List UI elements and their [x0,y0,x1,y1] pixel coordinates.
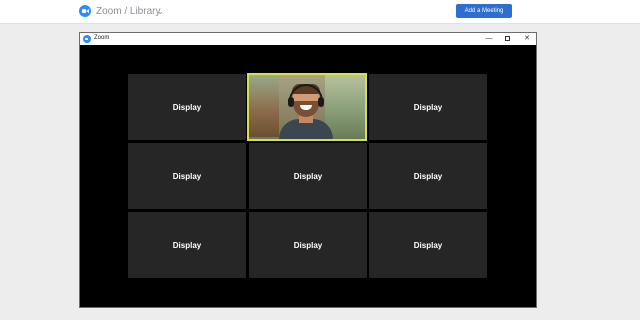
video-tile-active-speaker[interactable] [247,73,367,141]
video-tile[interactable]: Display [128,74,246,140]
window-title: Zoom [94,35,110,41]
participant-video [249,75,365,139]
video-tile[interactable]: Display [128,143,246,209]
video-tile[interactable]: Display [369,212,487,278]
close-button[interactable]: ✕ [520,33,534,45]
chevron-down-icon[interactable]: ⌄ [157,7,164,16]
top-bar: Zoom / Library ⌄ Add a Meeting [0,0,640,24]
video-tile[interactable]: Display [369,74,487,140]
window-titlebar[interactable]: Zoom — ✕ [80,33,536,45]
zoom-camera-icon[interactable] [79,5,91,17]
maximize-button[interactable] [500,33,514,45]
video-tile[interactable]: Display [128,212,246,278]
zoom-window: Zoom — ✕ Display Display Display Display… [79,32,537,308]
minimize-button[interactable]: — [482,33,496,45]
breadcrumb[interactable]: Zoom / Library [96,6,160,17]
zoom-camera-icon [83,35,91,43]
add-meeting-button[interactable]: Add a Meeting [456,4,512,18]
maximize-icon [504,35,510,41]
video-tile[interactable]: Display [249,212,367,278]
video-tile[interactable]: Display [249,143,367,209]
video-tile[interactable]: Display [369,143,487,209]
